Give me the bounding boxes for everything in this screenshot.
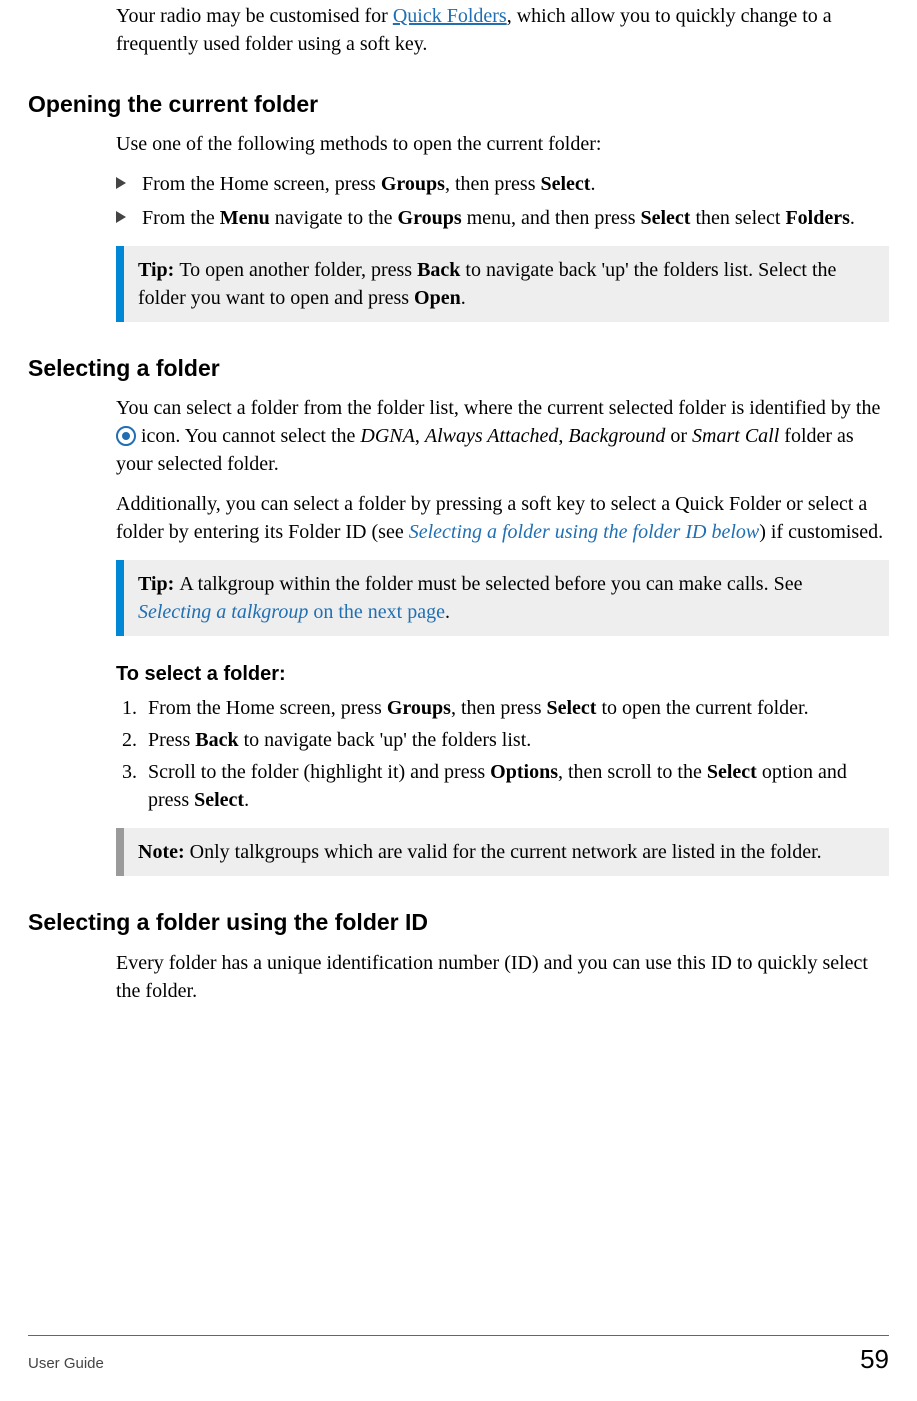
list-item: From the Home screen, press Groups, then…	[116, 170, 889, 198]
text: From the Home screen, press	[148, 697, 387, 719]
link-tail: below	[706, 521, 759, 543]
tip-label: Tip:	[138, 573, 179, 595]
text-italic: Background	[568, 425, 665, 447]
text-bold: Select	[194, 789, 244, 811]
note-label: Note:	[138, 841, 190, 863]
text-bold: Back	[417, 259, 460, 281]
text: Only talkgroups which are valid for the …	[190, 841, 822, 863]
text-bold: Menu	[220, 207, 270, 229]
list-item: From the Menu navigate to the Groups men…	[116, 204, 889, 232]
selecting-folder-id-link[interactable]: Selecting a folder using the folder ID b…	[409, 521, 760, 543]
quick-folders-link[interactable]: Quick Folders	[393, 5, 507, 27]
tip-body: Tip: To open another folder, press Back …	[124, 246, 889, 322]
text-bold: Open	[414, 287, 461, 309]
link-text: Selecting a talkgroup	[138, 601, 308, 623]
note-body: Note: Only talkgroups which are valid fo…	[124, 828, 889, 876]
text: From the Home screen, press	[142, 173, 381, 195]
footer-left: User Guide	[28, 1355, 104, 1372]
text-bold: Select	[546, 697, 596, 719]
text: then select	[690, 207, 785, 229]
text: You can select a folder from the folder …	[116, 397, 880, 419]
page: Your radio may be customised for Quick F…	[0, 2, 917, 1401]
heading-selecting-folder-id: Selecting a folder using the folder ID	[28, 906, 889, 938]
heading-selecting-a-folder: Selecting a folder	[28, 352, 889, 384]
text-bold: Groups	[381, 173, 445, 195]
text: .	[850, 207, 855, 229]
text-italic: Smart Call	[692, 425, 779, 447]
text: menu, and then press	[462, 207, 641, 229]
select-folder-steps: From the Home screen, press Groups, then…	[116, 694, 889, 814]
text: To open another folder, press	[179, 259, 417, 281]
text-bold: Groups	[398, 207, 462, 229]
list-item: From the Home screen, press Groups, then…	[142, 694, 889, 722]
text-bold: Options	[490, 761, 558, 783]
tip-accent-bar	[116, 246, 124, 322]
selecting-p2: Additionally, you can select a folder by…	[116, 490, 889, 546]
list-item: Press Back to navigate back 'up' the fol…	[142, 726, 889, 754]
heading-to-select-a-folder: To select a folder:	[116, 660, 889, 688]
tip-label: Tip:	[138, 259, 179, 281]
tip-body: Tip: A talkgroup within the folder must …	[124, 560, 889, 636]
text: .	[461, 287, 466, 309]
text: .	[445, 601, 450, 623]
link-tail: on the next page	[308, 601, 445, 623]
text-bold: Back	[195, 729, 238, 751]
body-content: Your radio may be customised for Quick F…	[28, 2, 889, 1005]
text: ) if customised.	[759, 521, 883, 543]
page-number: 59	[860, 1344, 889, 1375]
opening-lead: Use one of the following methods to open…	[116, 130, 889, 158]
text: , then press	[451, 697, 547, 719]
selecting-talkgroup-link[interactable]: Selecting a talkgroup	[138, 601, 308, 623]
text: to navigate back 'up' the folders list.	[239, 729, 532, 751]
text-bold: Folders	[785, 207, 849, 229]
text: Your radio may be customised for	[116, 5, 393, 27]
page-footer: User Guide 59	[28, 1335, 889, 1375]
text: .	[244, 789, 249, 811]
text-italic: DGNA	[360, 425, 414, 447]
tip-callout: Tip: A talkgroup within the folder must …	[116, 560, 889, 636]
text: ,	[415, 425, 425, 447]
text-italic: Always Attached	[425, 425, 559, 447]
text: ,	[558, 425, 568, 447]
selected-folder-icon	[116, 426, 136, 446]
folder-id-p1: Every folder has a unique identification…	[116, 949, 889, 1005]
text-bold: Select	[640, 207, 690, 229]
opening-methods-list: From the Home screen, press Groups, then…	[116, 170, 889, 232]
intro-paragraph: Your radio may be customised for Quick F…	[116, 2, 889, 58]
text: navigate to the	[270, 207, 398, 229]
text: Scroll to the folder (highlight it) and …	[148, 761, 490, 783]
text: A talkgroup within the folder must be se…	[179, 573, 802, 595]
link-text: Selecting a folder using the folder ID	[409, 521, 707, 543]
list-item: Scroll to the folder (highlight it) and …	[142, 758, 889, 814]
note-callout: Note: Only talkgroups which are valid fo…	[116, 828, 889, 876]
text: or	[665, 425, 692, 447]
text-bold: Select	[540, 173, 590, 195]
text-bold: Select	[707, 761, 757, 783]
note-accent-bar	[116, 828, 124, 876]
tip-callout: Tip: To open another folder, press Back …	[116, 246, 889, 322]
text: , then press	[445, 173, 541, 195]
tip-accent-bar	[116, 560, 124, 636]
text: icon. You cannot select the	[141, 425, 360, 447]
text: .	[590, 173, 595, 195]
text-bold: Groups	[387, 697, 451, 719]
text: , then scroll to the	[558, 761, 707, 783]
text: From the	[142, 207, 220, 229]
selecting-p1: You can select a folder from the folder …	[116, 394, 889, 478]
text: Press	[148, 729, 195, 751]
text: to open the current folder.	[596, 697, 808, 719]
heading-opening-current-folder: Opening the current folder	[28, 88, 889, 120]
